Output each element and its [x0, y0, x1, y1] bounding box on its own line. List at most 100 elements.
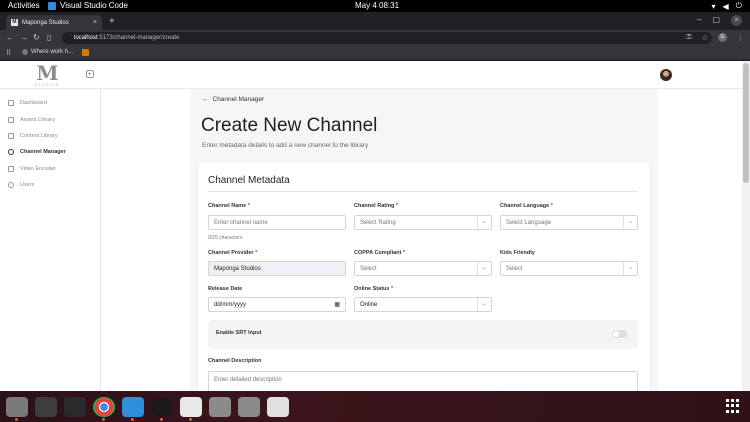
channel-description-textarea[interactable]: Enter detailed description [208, 371, 638, 391]
folder-icon [8, 132, 14, 139]
menu-kebab-icon[interactable]: ⋮ [737, 34, 744, 42]
coppa-compliant-label: COPPA Compliant * [354, 250, 406, 256]
page-subtitle: Enter metadata details to add a new chan… [202, 142, 369, 149]
back-arrow-icon: ← [202, 96, 209, 103]
scrollbar-thumb[interactable] [743, 63, 749, 183]
chrome-app-icon[interactable] [93, 397, 115, 421]
forward-arrow-icon[interactable]: → [20, 33, 28, 42]
divider [208, 191, 638, 192]
release-date-input[interactable]: dd/mm/yyyy ▦ [208, 297, 346, 312]
channel-provider-input[interactable]: Maponga Studios [208, 261, 346, 276]
browser-tab[interactable]: M Maponga Studios × [6, 15, 102, 30]
show-apps-grid-icon[interactable] [726, 399, 740, 413]
calendar-icon[interactable]: ▦ [334, 301, 340, 308]
app-name: Visual Studio Code [60, 1, 128, 10]
folder-icon [8, 116, 14, 123]
sidebar-item-label: Video Encoder [20, 165, 56, 172]
app-menu[interactable]: Visual Studio Code [48, 1, 128, 10]
box-app-icon[interactable] [64, 397, 86, 417]
channel-rating-select[interactable]: Select Rating ⌄ [354, 215, 492, 230]
trash-app-icon[interactable] [267, 397, 289, 417]
running-indicator [15, 418, 18, 421]
sidebar-item-channel-manager[interactable]: Channel Manager [0, 144, 100, 160]
bookmark-favicon-icon [22, 49, 28, 55]
collapse-sidebar-icon[interactable]: ▸ [86, 70, 94, 78]
tab-title: Maponga Studios [22, 19, 69, 26]
os-dock [0, 391, 750, 422]
document-app-icon[interactable] [209, 397, 231, 417]
channel-name-input[interactable]: Enter channel name [208, 215, 346, 230]
text-editor-app-icon[interactable] [180, 397, 202, 421]
activities-button[interactable]: Activities [8, 1, 40, 10]
password-key-icon[interactable]: ⚿ [686, 34, 691, 42]
volume-icon: ◀ [722, 1, 729, 11]
srt-toggle-switch[interactable] [612, 330, 627, 338]
channel-provider-label: Channel Provider * [208, 250, 258, 256]
back-link[interactable]: ← Channel Manager [202, 96, 264, 103]
user-avatar[interactable] [660, 69, 672, 81]
browser-tab-bar: M Maponga Studios × + – ▢ × [0, 12, 750, 30]
channel-name-label: Channel Name * [208, 203, 250, 209]
back-arrow-icon[interactable]: ← [6, 33, 14, 42]
chevron-down-icon: ⌄ [623, 262, 637, 275]
bookmark-star-icon[interactable]: ☆ [702, 34, 708, 42]
sidebar-item-video-encoder[interactable]: Video Encoder [0, 161, 100, 177]
address-bar[interactable]: localhost:5173/channel-manager/create [62, 32, 712, 44]
sidebar-item-label: Users [20, 182, 35, 189]
reload-icon[interactable]: ↻ [33, 33, 40, 42]
running-indicator [131, 418, 134, 421]
mongodb-app-icon[interactable] [151, 397, 173, 421]
rss-bookmark-icon[interactable] [82, 49, 89, 56]
coppa-compliant-select[interactable]: Select ⌄ [354, 261, 492, 276]
terminal-app-icon[interactable] [35, 397, 57, 417]
chevron-down-icon: ⌄ [477, 216, 491, 229]
network-icon: ▾ [711, 1, 716, 11]
favicon-icon: M [11, 19, 18, 26]
release-date-label: Release Date [208, 286, 243, 292]
channel-language-select[interactable]: Select Language ⌄ [500, 215, 638, 230]
scrollbar[interactable] [742, 61, 750, 391]
folder-icon [8, 165, 14, 172]
profile-avatar[interactable]: G [718, 33, 727, 42]
clock[interactable]: May 4 08:31 [355, 1, 399, 10]
sidebar-item-label: Dashboard [20, 100, 47, 107]
online-status-label: Online Status * [354, 286, 394, 292]
metadata-card: Channel Metadata Channel Name * Enter ch… [198, 162, 650, 391]
dock-apps [6, 397, 289, 421]
close-tab-icon[interactable]: × [93, 19, 97, 26]
online-status-select[interactable]: Online ⌄ [354, 297, 492, 312]
logo-subtext: STUDIOS [34, 82, 60, 87]
running-indicator [160, 418, 163, 421]
brand-logo[interactable]: M STUDIOS [34, 63, 60, 87]
sidebar-item-assets-library[interactable]: Assets Library [0, 111, 100, 127]
bookmark-item[interactable]: Where work h... [22, 49, 73, 55]
minimize-icon[interactable]: – [697, 15, 701, 26]
browser-actions: ⚿ ☆ G ⋮ [686, 33, 744, 42]
app-header: M STUDIOS ▸ [0, 61, 742, 89]
sidebar-toggle-icon[interactable]: ▯ [47, 33, 51, 42]
document-app-icon[interactable] [238, 397, 260, 417]
new-tab-icon[interactable]: + [109, 16, 115, 27]
user-icon [8, 182, 14, 189]
sidebar-item-users[interactable]: Users [0, 177, 100, 193]
chevron-down-icon: ⌄ [623, 216, 637, 229]
card-title: Channel Metadata [208, 175, 290, 186]
breadcrumb: Channel Manager [212, 96, 265, 103]
chevron-down-icon: ⌄ [477, 298, 491, 311]
page-title: Create New Channel [201, 115, 378, 136]
maximize-icon[interactable]: ▢ [712, 15, 720, 26]
character-counter: 0/25 characters [208, 235, 243, 241]
power-icon: ⏻ [735, 1, 742, 10]
close-window-icon[interactable]: × [731, 15, 742, 26]
system-tray[interactable]: ▾ ◀ ⏻ [712, 1, 743, 11]
files-app-icon[interactable] [6, 397, 28, 421]
system-top-bar: Activities Visual Studio Code May 4 08:3… [0, 0, 750, 12]
apps-grid-icon[interactable]: ⠿ [6, 49, 11, 57]
url-host: localhost [74, 35, 98, 41]
channel-description-label: Channel Description [208, 358, 262, 364]
sidebar-item-content-library[interactable]: Content Library [0, 128, 100, 144]
kids-friendly-select[interactable]: Select ⌄ [500, 261, 638, 276]
page-viewport: M STUDIOS ▸ Dashboard Assets Library Con… [0, 61, 750, 391]
vscode-app-icon[interactable] [122, 397, 144, 421]
sidebar-item-dashboard[interactable]: Dashboard [0, 95, 100, 111]
